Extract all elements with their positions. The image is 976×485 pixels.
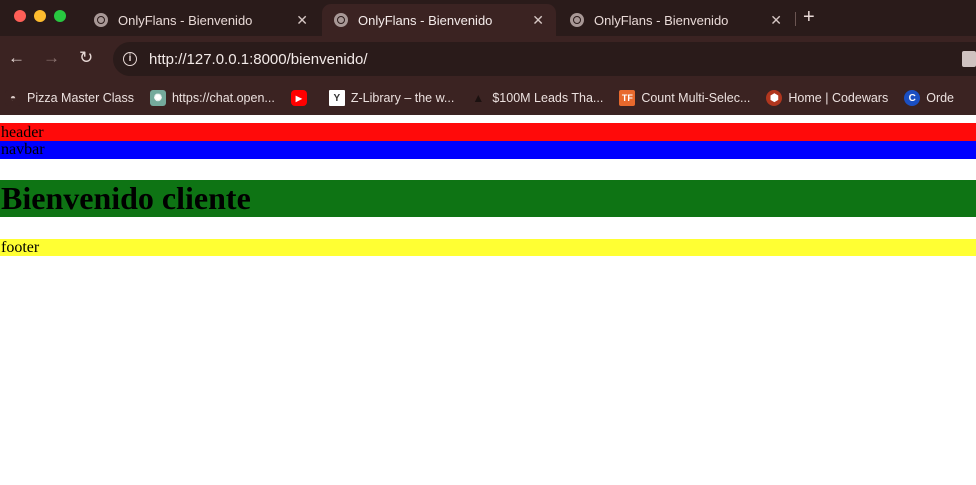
forward-arrow-icon[interactable]: → <box>43 48 60 68</box>
globe-icon <box>334 13 348 27</box>
translate-icon[interactable] <box>962 51 976 67</box>
site-info-icon[interactable]: i <box>123 52 137 66</box>
reload-icon[interactable]: ↻ <box>79 48 93 68</box>
close-window-button[interactable] <box>14 10 26 22</box>
bookmark-label: Orde <box>926 91 955 105</box>
bookmark-100m-leads[interactable]: ▲ $100M Leads Tha... <box>470 90 603 106</box>
bookmark-label: Z-Library – the w... <box>350 91 455 105</box>
c-icon: C <box>904 90 921 106</box>
youtube-icon: ▶ <box>290 90 307 106</box>
bookmark-pizza-master-class[interactable]: ◓ Pizza Master Class <box>5 90 134 106</box>
welcome-heading: Bienvenido cliente <box>0 180 976 217</box>
bookmark-label: Home | Codewars <box>788 91 889 105</box>
browser-chrome: OnlyFlans - Bienvenido ✕ OnlyFlans - Bie… <box>0 0 976 115</box>
bookmarks-bar: ◓ Pizza Master Class ✺ https://chat.open… <box>0 81 976 115</box>
tab-3[interactable]: OnlyFlans - Bienvenido ✕ <box>558 4 794 36</box>
close-tab-icon[interactable]: ✕ <box>532 12 544 29</box>
url-text[interactable]: http://127.0.0.1:8000/bienvenido/ <box>149 51 368 68</box>
tab-title: OnlyFlans - Bienvenido <box>358 12 493 28</box>
toolbar: ← → ↻ i http://127.0.0.1:8000/bienvenido… <box>0 36 976 81</box>
window-controls <box>14 10 66 22</box>
triangle-icon: ▲ <box>472 91 485 105</box>
back-arrow-icon[interactable]: ← <box>8 48 25 68</box>
tab-strip: OnlyFlans - Bienvenido ✕ OnlyFlans - Bie… <box>0 0 976 36</box>
tab-2[interactable]: OnlyFlans - Bienvenido ✕ <box>322 4 556 36</box>
codewars-icon: ⬢ <box>766 90 783 106</box>
close-tab-icon[interactable]: ✕ <box>770 12 782 29</box>
globe-icon <box>94 13 108 27</box>
zlibrary-icon: Y <box>328 90 345 106</box>
bookmark-youtube[interactable]: ▶ <box>290 90 313 106</box>
navbar-section: navbar <box>0 141 976 159</box>
page-content: header navbar Bienvenido cliente footer <box>0 123 976 256</box>
new-tab-icon[interactable]: + <box>803 6 815 29</box>
maximize-window-button[interactable] <box>54 10 66 22</box>
tab-title: OnlyFlans - Bienvenido <box>118 12 253 28</box>
bookmark-count-multi-select[interactable]: TF Count Multi-Selec... <box>619 90 750 106</box>
tab-divider <box>795 12 796 26</box>
bookmark-zlibrary[interactable]: Y Z-Library – the w... <box>328 90 455 106</box>
pizza-icon: ◓ <box>5 90 21 106</box>
tab-1[interactable]: OnlyFlans - Bienvenido ✕ <box>82 4 320 36</box>
tab-title: OnlyFlans - Bienvenido <box>594 12 729 28</box>
bookmark-label: Pizza Master Class <box>27 91 134 105</box>
bookmark-label: Count Multi-Selec... <box>641 91 751 105</box>
globe-icon <box>570 13 584 27</box>
bookmark-orde[interactable]: C Orde <box>904 90 954 106</box>
footer-section: footer <box>0 239 976 256</box>
minimize-window-button[interactable] <box>34 10 46 22</box>
bookmark-label: https://chat.open... <box>171 91 275 105</box>
bookmark-chatgpt[interactable]: ✺ https://chat.open... <box>149 90 275 106</box>
tf-icon: TF <box>619 90 636 106</box>
chatgpt-icon: ✺ <box>149 90 166 106</box>
close-tab-icon[interactable]: ✕ <box>296 12 308 29</box>
bookmark-label: $100M Leads Tha... <box>492 91 604 105</box>
address-bar[interactable]: i http://127.0.0.1:8000/bienvenido/ <box>113 42 976 76</box>
bookmark-codewars[interactable]: ⬢ Home | Codewars <box>766 90 888 106</box>
header-section: header <box>0 123 976 141</box>
